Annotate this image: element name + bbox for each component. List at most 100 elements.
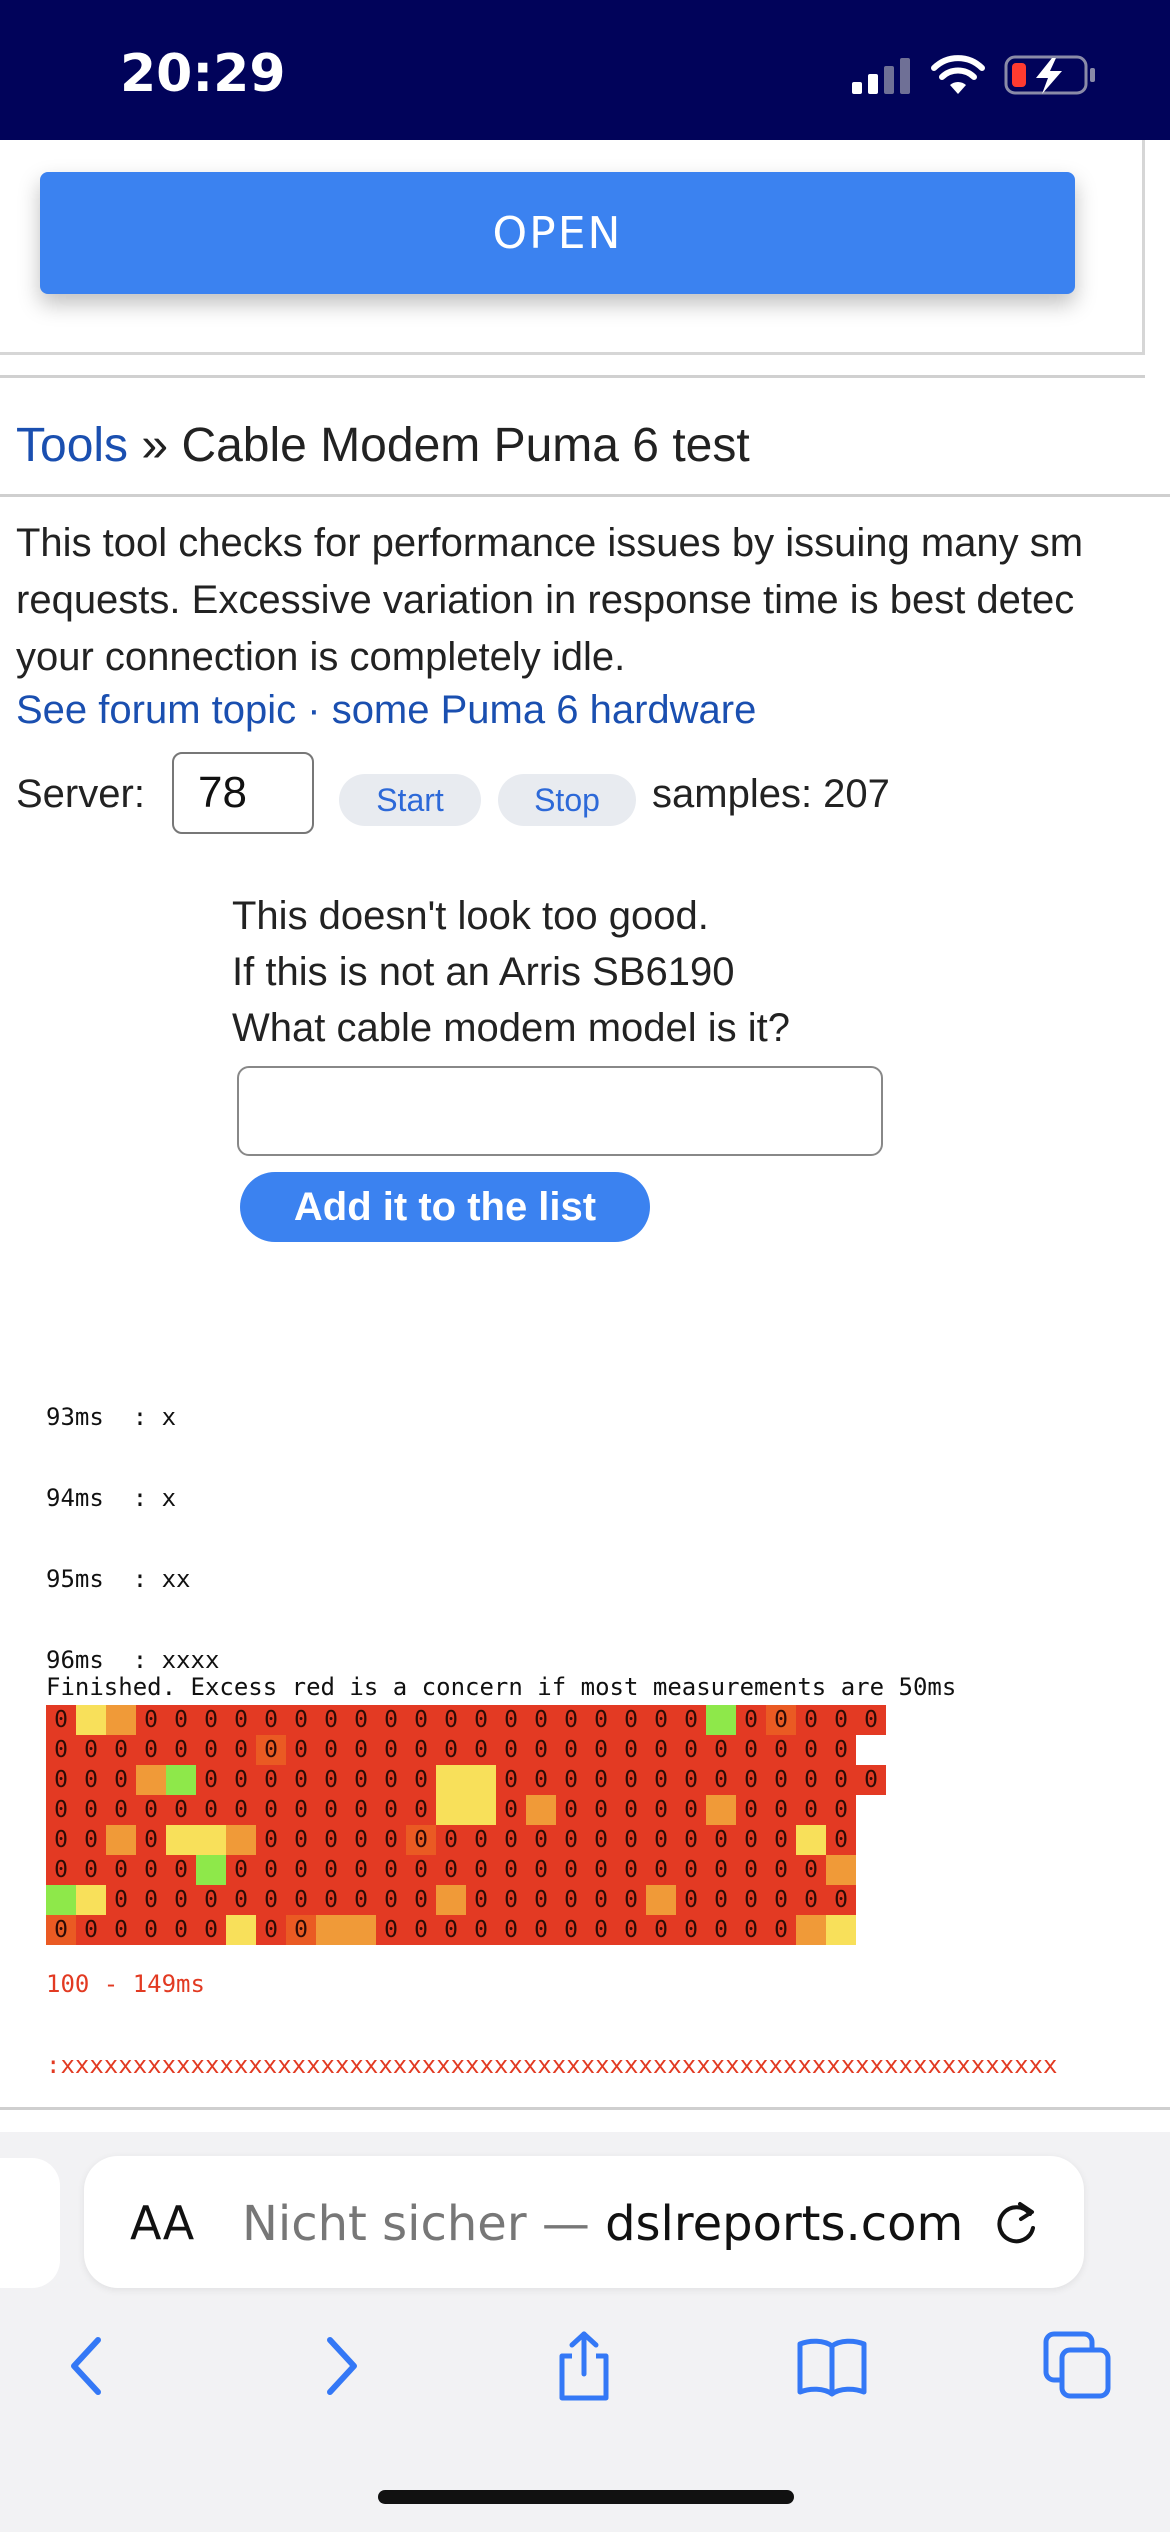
- not-secure-label: Nicht sicher —: [242, 2196, 606, 2252]
- sample-cell: 0: [166, 1855, 196, 1885]
- sample-cell: 0: [316, 1735, 346, 1765]
- sample-cell: 0: [166, 1915, 196, 1945]
- sample-cell: 0: [496, 1825, 526, 1855]
- sample-cell: 0: [616, 1765, 646, 1795]
- sample-cell: [466, 1795, 496, 1825]
- sample-cell: 0: [346, 1885, 376, 1915]
- sample-cell: 0: [826, 1765, 856, 1795]
- sample-cell: 0: [316, 1795, 346, 1825]
- sample-cell: 0: [286, 1855, 316, 1885]
- sample-cell: 0: [46, 1825, 76, 1855]
- forward-icon[interactable]: [304, 2330, 376, 2402]
- sample-cell: [796, 1825, 826, 1855]
- sample-cell: 0: [706, 1885, 736, 1915]
- previous-tab-preview[interactable]: [0, 2158, 60, 2288]
- forum-topic-link[interactable]: See forum topic: [16, 688, 296, 732]
- sample-cell: 0: [466, 1825, 496, 1855]
- description-line: requests. Excessive variation in respons…: [16, 578, 1075, 622]
- sample-cell: [76, 1705, 106, 1735]
- sample-cell: 0: [316, 1885, 346, 1915]
- sample-cell: 0: [676, 1705, 706, 1735]
- histogram-red-label: 100 - 149ms: [46, 1970, 205, 1998]
- tabs-icon[interactable]: [1042, 2330, 1114, 2402]
- sample-cell: 0: [616, 1915, 646, 1945]
- sample-cell: [436, 1795, 466, 1825]
- sample-cell: 0: [646, 1795, 676, 1825]
- sample-cell: 0: [766, 1735, 796, 1765]
- reload-icon[interactable]: [990, 2198, 1042, 2250]
- modem-model-input[interactable]: [237, 1066, 883, 1156]
- add-to-list-button[interactable]: Add it to the list: [240, 1172, 650, 1242]
- sample-cell: [196, 1855, 226, 1885]
- cellular-signal-icon: [852, 58, 910, 94]
- sample-cell: 0: [766, 1705, 796, 1735]
- wifi-icon: [931, 55, 985, 94]
- sample-cell: [76, 1885, 106, 1915]
- sample-cell: 0: [496, 1705, 526, 1735]
- sample-cell: 0: [436, 1705, 466, 1735]
- sample-cell: 0: [166, 1705, 196, 1735]
- sample-cell: 0: [76, 1855, 106, 1885]
- sample-cell: [46, 1885, 76, 1915]
- histogram-row: 95ms : xx: [46, 1565, 191, 1593]
- sample-cell: [436, 1885, 466, 1915]
- stop-button[interactable]: Stop: [498, 774, 636, 826]
- sample-cell: 0: [736, 1705, 766, 1735]
- sample-cell: 0: [646, 1855, 676, 1885]
- sample-cell: [226, 1915, 256, 1945]
- sample-cell: 0: [166, 1795, 196, 1825]
- histogram-row: 93ms : x: [46, 1403, 177, 1431]
- bookmarks-icon[interactable]: [796, 2330, 868, 2402]
- url-text[interactable]: Nicht sicher — dslreports.com: [242, 2196, 963, 2252]
- sample-cell: [826, 1855, 856, 1885]
- back-icon[interactable]: [52, 2330, 124, 2402]
- puma6-hardware-link[interactable]: some Puma 6 hardware: [332, 688, 757, 732]
- sample-cell: 0: [436, 1855, 466, 1885]
- sample-cell: 0: [436, 1825, 466, 1855]
- sample-cell: [196, 1825, 226, 1855]
- tools-link[interactable]: Tools: [16, 419, 128, 472]
- sample-cell: 0: [586, 1735, 616, 1765]
- question-line: This doesn't look too good.: [232, 894, 709, 938]
- sample-cell: 0: [616, 1705, 646, 1735]
- sample-cell: [316, 1915, 346, 1945]
- sample-cell: 0: [736, 1915, 766, 1945]
- sample-cell: 0: [346, 1855, 376, 1885]
- sample-cell: 0: [286, 1765, 316, 1795]
- sample-cell: 0: [496, 1855, 526, 1885]
- sample-cell: 0: [196, 1795, 226, 1825]
- tool-description: This tool checks for performance issues …: [16, 515, 1170, 686]
- question-line: If this is not an Arris SB6190: [232, 950, 735, 994]
- sample-cell: 0: [226, 1705, 256, 1735]
- sample-cell: [646, 1885, 676, 1915]
- sample-cell: 0: [796, 1735, 826, 1765]
- start-button[interactable]: Start: [339, 774, 481, 826]
- sample-cell: 0: [796, 1705, 826, 1735]
- sample-cell: 0: [76, 1735, 106, 1765]
- sample-cell: 0: [406, 1855, 436, 1885]
- sample-cell: 0: [556, 1705, 586, 1735]
- sample-cell: 0: [76, 1915, 106, 1945]
- reader-aa-button[interactable]: AA: [130, 2196, 194, 2250]
- sample-cell: 0: [346, 1795, 376, 1825]
- sample-cell: 0: [766, 1855, 796, 1885]
- sample-cell: 0: [616, 1795, 646, 1825]
- sample-cell: 0: [76, 1765, 106, 1795]
- divider: [0, 494, 1170, 497]
- link-separator: ·: [296, 688, 332, 732]
- share-icon[interactable]: [548, 2330, 620, 2402]
- sample-cell: 0: [286, 1705, 316, 1735]
- sample-grid: 0000000000000000000000000000000000000000…: [46, 1705, 886, 1945]
- server-input[interactable]: [172, 752, 314, 834]
- sample-cell: 0: [46, 1705, 76, 1735]
- sample-cell: 0: [376, 1855, 406, 1885]
- sample-cell: 0: [196, 1735, 226, 1765]
- open-button[interactable]: OPEN: [40, 172, 1075, 294]
- sample-cell: 0: [46, 1915, 76, 1945]
- sample-cell: 0: [406, 1765, 436, 1795]
- sample-cell: 0: [796, 1795, 826, 1825]
- sample-cell: 0: [106, 1735, 136, 1765]
- sample-cell: 0: [376, 1795, 406, 1825]
- sample-cell: 0: [376, 1705, 406, 1735]
- sample-cell: 0: [76, 1825, 106, 1855]
